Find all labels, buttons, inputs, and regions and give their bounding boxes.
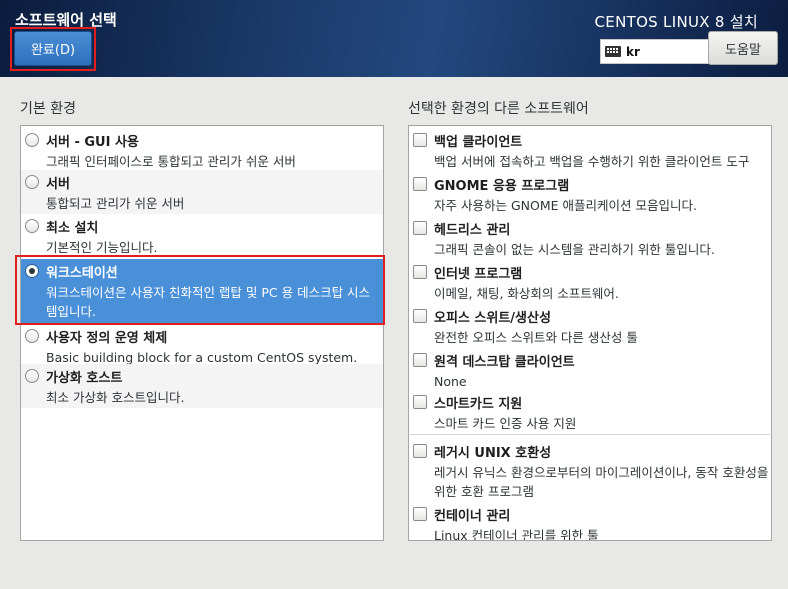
keyboard-layout-indicator[interactable]: kr	[600, 39, 710, 64]
checkbox[interactable]	[413, 309, 427, 323]
addon-name: 헤드리스 관리	[434, 223, 511, 238]
product-title: CENTOS LINUX 8 설치	[594, 13, 758, 31]
environment-item[interactable]: 가상화 호스트 최소 가상화 호스트입니다.	[21, 364, 383, 408]
checkbox[interactable]	[413, 221, 427, 235]
addon-name: GNOME 응용 프로그램	[434, 179, 570, 194]
addon-name: 레거시 UNIX 호환성	[434, 446, 552, 461]
environment-description: 그래픽 인터페이스로 통합되고 관리가 쉬운 서버	[46, 154, 296, 169]
addon-item[interactable]: 인터넷 프로그램 이메일, 채팅, 화상회의 소프트웨어.	[409, 260, 771, 304]
addon-description: Linux 컨테이너 관리를 위한 툴	[434, 528, 599, 541]
environment-name: 최소 설치	[46, 221, 99, 236]
environment-name: 가상화 호스트	[46, 371, 123, 386]
environment-description: 워크스테이션은 사용자 친화적인 랩탑 및 PC 용 데스크탑 시스템입니다.	[46, 285, 371, 319]
checkbox[interactable]	[413, 133, 427, 147]
addon-description: None	[434, 374, 467, 389]
addon-name: 스마트카드 지원	[434, 397, 523, 412]
environment-description: 기본적인 기능입니다.	[46, 240, 158, 255]
addon-item[interactable]: 스마트카드 지원 스마트 카드 인증 사용 지원	[409, 390, 771, 434]
addon-description: 스마트 카드 인증 사용 지원	[434, 416, 577, 431]
done-button[interactable]: 완료(D)	[14, 31, 92, 66]
addons-list: 백업 클라이언트 백업 서버에 접속하고 백업을 수행하기 위한 클라이언트 도…	[408, 125, 772, 541]
environment-name: 워크스테이션	[46, 266, 118, 281]
addon-name: 원격 데스크탑 클라이언트	[434, 355, 575, 370]
checkbox[interactable]	[413, 395, 427, 409]
addon-name: 컨테이너 관리	[434, 509, 511, 524]
addons-label: 선택한 환경의 다른 소프트웨어	[408, 101, 589, 117]
addon-separator	[410, 434, 770, 435]
checkbox[interactable]	[413, 507, 427, 521]
checkbox[interactable]	[413, 265, 427, 279]
checkbox[interactable]	[413, 177, 427, 191]
environment-description: 통합되고 관리가 쉬운 서버	[46, 196, 185, 211]
environment-item[interactable]: 서버 통합되고 관리가 쉬운 서버	[21, 170, 383, 214]
radio-button-selected[interactable]	[25, 264, 39, 278]
radio-button[interactable]	[25, 219, 39, 233]
addon-name: 오피스 스위트/생산성	[434, 311, 551, 326]
environment-name: 서버 - GUI 사용	[46, 135, 139, 150]
base-environment-list: 서버 - GUI 사용 그래픽 인터페이스로 통합되고 관리가 쉬운 서버 서버…	[20, 125, 384, 541]
addon-description: 완전한 오피스 스위트와 다른 생산성 툴	[434, 330, 638, 345]
help-button[interactable]: 도움말	[708, 31, 778, 65]
environment-item-selected[interactable]: 워크스테이션 워크스테이션은 사용자 친화적인 랩탑 및 PC 용 데스크탑 시…	[21, 259, 383, 323]
addon-item[interactable]: 컨테이너 관리 Linux 컨테이너 관리를 위한 툴	[409, 502, 771, 541]
checkbox[interactable]	[413, 353, 427, 367]
base-environment-label: 기본 환경	[20, 101, 76, 117]
addon-item[interactable]: 레거시 UNIX 호환성 레거시 유닉스 환경으로부터의 마이그레이션이나, 동…	[409, 439, 771, 501]
keyboard-icon	[605, 46, 621, 57]
environment-item[interactable]: 사용자 정의 운영 체제 Basic building block for a …	[21, 324, 383, 365]
addon-item[interactable]: 원격 데스크탑 클라이언트 None	[409, 348, 771, 390]
environment-item[interactable]: 최소 설치 기본적인 기능입니다.	[21, 214, 383, 258]
addon-item[interactable]: 헤드리스 관리 그래픽 콘솔이 없는 시스템을 관리하기 위한 툴입니다.	[409, 216, 771, 260]
radio-button[interactable]	[25, 329, 39, 343]
environment-name: 서버	[46, 177, 70, 192]
environment-item[interactable]: 서버 - GUI 사용 그래픽 인터페이스로 통합되고 관리가 쉬운 서버	[21, 128, 383, 170]
header-bar: 소프트웨어 선택 완료(D) CENTOS LINUX 8 설치 kr 도움말	[0, 0, 788, 77]
environment-description: 최소 가상화 호스트입니다.	[46, 390, 185, 405]
checkbox[interactable]	[413, 444, 427, 458]
addon-description: 이메일, 채팅, 화상회의 소프트웨어.	[434, 286, 619, 301]
addon-description: 백업 서버에 접속하고 백업을 수행하기 위한 클라이언트 도구	[434, 154, 750, 169]
radio-button[interactable]	[25, 133, 39, 147]
keyboard-layout-label: kr	[626, 44, 640, 59]
addon-item[interactable]: 오피스 스위트/생산성 완전한 오피스 스위트와 다른 생산성 툴	[409, 304, 771, 348]
radio-button[interactable]	[25, 369, 39, 383]
addon-description: 레거시 유닉스 환경으로부터의 마이그레이션이나, 동작 호환성을 위한 호환 …	[434, 465, 769, 499]
addon-description: 자주 사용하는 GNOME 애플리케이션 모음입니다.	[434, 198, 697, 213]
addon-item[interactable]: GNOME 응용 프로그램 자주 사용하는 GNOME 애플리케이션 모음입니다…	[409, 172, 771, 216]
addon-name: 인터넷 프로그램	[434, 267, 523, 282]
addon-description: 그래픽 콘솔이 없는 시스템을 관리하기 위한 툴입니다.	[434, 242, 715, 257]
addon-name: 백업 클라이언트	[434, 135, 523, 150]
radio-button[interactable]	[25, 175, 39, 189]
addon-item[interactable]: 백업 클라이언트 백업 서버에 접속하고 백업을 수행하기 위한 클라이언트 도…	[409, 128, 771, 172]
environment-name: 사용자 정의 운영 체제	[46, 331, 168, 346]
